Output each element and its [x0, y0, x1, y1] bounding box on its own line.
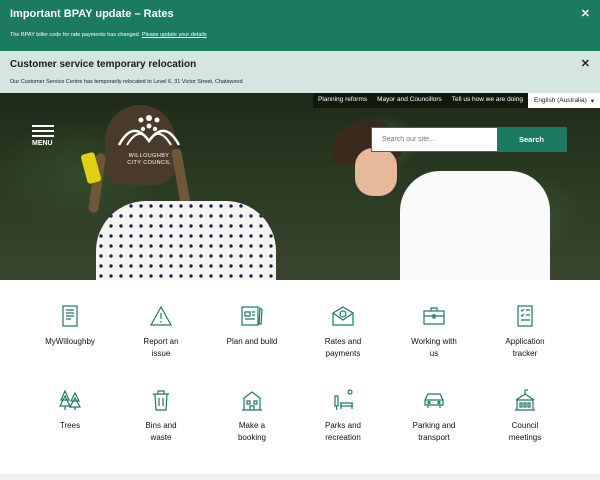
tile-mywilloughby[interactable]: MyWilloughby [25, 304, 115, 348]
bpay-alert-title: Important BPAY update – Rates [10, 8, 174, 20]
tile-council-meetings[interactable]: Council meetings [480, 388, 570, 444]
tile-label: Parks and recreation [324, 421, 362, 442]
utility-nav: Planning reforms Mayor and Councillors T… [312, 93, 600, 108]
tile-make-booking[interactable]: Make a booking [207, 388, 297, 444]
update-details-link[interactable]: Please update your details [142, 32, 207, 38]
document-icon [58, 304, 82, 328]
logo-emblem-icon [117, 115, 181, 146]
building-icon [240, 388, 264, 412]
tile-parking-transport[interactable]: Parking and transport [389, 388, 479, 444]
tile-trees[interactable]: Trees [25, 388, 115, 432]
close-icon[interactable]: ✕ [581, 57, 590, 70]
language-select[interactable]: English (Australia) ▾ [527, 93, 600, 108]
tile-label: Plan and build [226, 337, 278, 346]
relocation-alert-banner: Customer service temporary relocation Ou… [0, 51, 600, 93]
hamburger-icon [32, 125, 54, 127]
tile-label: Trees [59, 421, 81, 430]
council-logo[interactable]: WILLOUGHBY CITY COUNCIL [113, 111, 185, 166]
plan-icon [240, 304, 264, 328]
warning-icon [149, 304, 173, 328]
bin-icon [149, 388, 173, 412]
menu-label: MENU [32, 140, 53, 147]
search-input[interactable] [372, 128, 497, 151]
hero-photo-boy-face [355, 148, 397, 196]
nav-feedback[interactable]: Tell us how we are doing [447, 93, 528, 108]
relocation-alert-text: Our Customer Service Centre has temporar… [10, 79, 243, 85]
tile-bins-waste[interactable]: Bins and waste [116, 388, 206, 444]
tile-plan-build[interactable]: Plan and build [207, 304, 297, 348]
tile-label: Application tracker [505, 337, 545, 358]
tile-rates-payments[interactable]: Rates and payments [298, 304, 388, 360]
car-icon [422, 388, 446, 412]
menu-button[interactable]: MENU [32, 125, 54, 147]
briefcase-icon [422, 304, 446, 328]
relocation-alert-title: Customer service temporary relocation [10, 59, 197, 70]
checklist-icon [513, 304, 537, 328]
tile-label: Report an issue [143, 337, 179, 358]
close-icon[interactable]: ✕ [581, 7, 590, 20]
search-button[interactable]: Search [497, 128, 566, 151]
tile-label: Rates and payments [324, 337, 362, 358]
hero-banner: Planning reforms Mayor and Councillors T… [0, 93, 600, 280]
nav-mayor-councillors[interactable]: Mayor and Councillors [372, 93, 447, 108]
bpay-alert-text: The BPAY biller code for rate payments h… [10, 32, 207, 38]
tile-label: Parking and transport [412, 421, 456, 442]
tile-label: Working with us [411, 337, 457, 358]
hero-photo-boy [400, 171, 550, 280]
tile-report-issue[interactable]: Report an issue [116, 304, 206, 360]
tile-label: MyWilloughby [45, 337, 95, 346]
logo-line-1: WILLOUGHBY [128, 153, 170, 159]
trees-icon [58, 388, 82, 412]
nav-planning-reforms[interactable]: Planning reforms [313, 93, 372, 108]
tile-label: Make a booking [237, 421, 267, 442]
tile-application-tracker[interactable]: Application tracker [480, 304, 570, 360]
language-label: English (Australia) [533, 97, 587, 104]
logo-line-2: CITY COUNCIL [127, 160, 171, 166]
tile-parks-recreation[interactable]: Parks and recreation [298, 388, 388, 444]
tile-working-with-us[interactable]: Working with us [389, 304, 479, 360]
service-tiles: MyWilloughby Report an issue Plan and bu… [0, 280, 600, 474]
tile-label: Bins and waste [145, 421, 177, 442]
envelope-dollar-icon [331, 304, 355, 328]
site-search: Search [371, 127, 567, 152]
hero-photo-girl [96, 201, 276, 280]
tile-label: Council meetings [508, 421, 542, 442]
council-building-icon [513, 388, 537, 412]
chevron-down-icon: ▾ [590, 97, 594, 105]
bpay-alert-banner: Important BPAY update – Rates The BPAY b… [0, 0, 600, 51]
park-bench-icon [331, 388, 355, 412]
